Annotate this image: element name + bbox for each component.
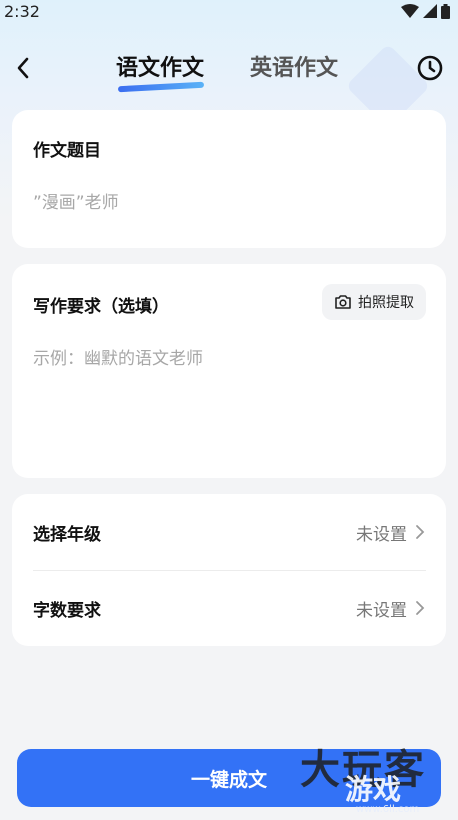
chevron-left-icon — [17, 57, 29, 79]
grade-value-wrap: 未设置 — [356, 520, 425, 545]
clock-icon — [417, 55, 443, 81]
chevron-right-icon — [416, 525, 425, 539]
tab-english-essay-label: 英语作文 — [250, 56, 339, 81]
wifi-icon — [401, 4, 419, 18]
word-count-value-wrap: 未设置 — [356, 596, 425, 621]
essay-title-label: 作文题目 — [33, 141, 101, 160]
photo-extract-label: 拍照提取 — [358, 295, 414, 311]
word-count-label: 字数要求 — [33, 600, 101, 621]
status-bar: 2:32 — [0, 0, 458, 22]
header: 语文作文 英语作文 — [0, 44, 458, 93]
tab-chinese-essay-label: 语文作文 — [116, 56, 205, 81]
grade-value: 未设置 — [356, 524, 407, 545]
photo-extract-button[interactable]: 拍照提取 — [322, 284, 426, 320]
camera-icon — [335, 295, 351, 309]
active-tab-indicator — [117, 81, 205, 93]
generate-essay-label: 一键成文 — [190, 768, 267, 791]
tab-english-essay[interactable]: 英语作文 — [250, 50, 338, 82]
writing-requirements-label: 写作要求（选填） — [33, 297, 169, 316]
battery-icon — [441, 3, 450, 19]
grade-label: 选择年级 — [33, 524, 101, 545]
watermark-sub: 游戏 — [345, 773, 402, 806]
word-count-row[interactable]: 字数要求 未设置 — [12, 570, 446, 646]
chevron-right-icon — [416, 601, 425, 615]
history-button[interactable] — [416, 54, 444, 82]
signal-icon — [423, 4, 437, 18]
status-icons — [401, 3, 450, 19]
back-button[interactable] — [10, 54, 36, 82]
essay-title-card[interactable]: 作文题目 ”漫画”老师 — [12, 110, 446, 248]
status-time: 2:32 — [4, 1, 40, 21]
writing-requirements-input[interactable]: 示例：幽默的语文老师 — [33, 344, 203, 369]
watermark-url: www.6ll.com — [356, 804, 420, 815]
tab-chinese-essay[interactable]: 语文作文 — [116, 50, 205, 93]
grade-select-row[interactable]: 选择年级 未设置 — [12, 494, 446, 570]
essay-title-input[interactable]: ”漫画”老师 — [33, 188, 119, 213]
settings-card: 选择年级 未设置 字数要求 未设置 — [12, 494, 446, 646]
writing-requirements-card[interactable]: 写作要求（选填） 拍照提取 示例：幽默的语文老师 — [12, 264, 446, 478]
word-count-value: 未设置 — [356, 600, 407, 621]
